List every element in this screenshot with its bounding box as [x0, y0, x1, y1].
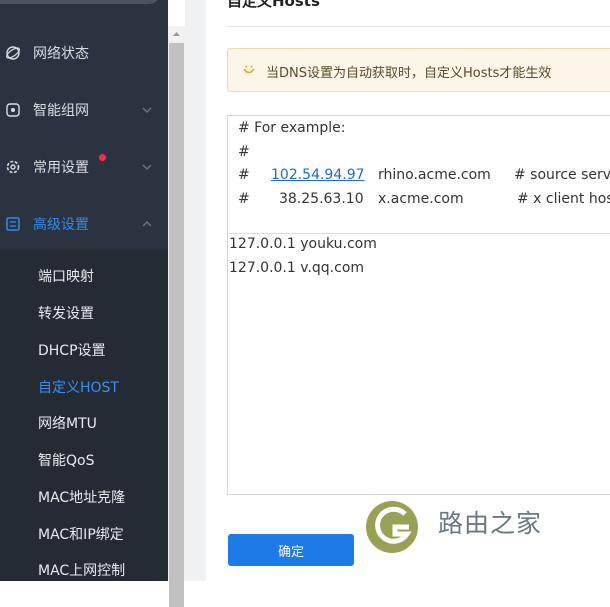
confirm-button[interactable]: 确定 [228, 534, 354, 566]
scrollbar-thumb[interactable] [169, 43, 184, 607]
network-icon [5, 102, 21, 118]
submenu-item-mac-clone[interactable]: MAC地址克隆 [38, 488, 125, 508]
watermark-text: 路由之家 [438, 509, 543, 538]
example-comment: # source server [514, 167, 610, 183]
submenu-item-forwarding[interactable]: 转发设置 [38, 304, 94, 324]
watermark-logo-icon [366, 501, 418, 553]
watermark: 路由之家 [365, 500, 610, 555]
example-host: x.acme.com [378, 191, 464, 207]
example-blank-line: # [238, 144, 250, 160]
page-title: 自定义Hosts [227, 0, 320, 10]
example-ip: 38.25.63.10 [279, 191, 364, 207]
main-content: 自定义Hosts 当DNS设置为自动获取时，自定义Hosts才能生效 # For… [206, 0, 610, 581]
chevron-down-icon [142, 107, 152, 114]
sidebar-item-advanced-settings[interactable]: 高级设置 [0, 196, 168, 252]
sidebar-item-label: 常用设置 [33, 160, 89, 176]
submenu-item-mtu[interactable]: 网络MTU [38, 414, 97, 434]
sidebar-item-network-status[interactable]: 网络状态 [0, 25, 168, 81]
chevron-down-icon [142, 164, 152, 171]
sidebar-item-mesh[interactable]: 智能组网 [0, 82, 168, 138]
sidebar-item-label: 网络状态 [33, 46, 89, 62]
example-hash: # [238, 191, 250, 207]
hosts-example: # For example: # # 102.54.94.97 rhino.ac… [228, 116, 610, 234]
example-ip-link[interactable]: 102.54.94.97 [271, 167, 365, 183]
notice-text: 当DNS设置为自动获取时，自定义Hosts才能生效 [266, 66, 552, 81]
submenu-item-dhcp[interactable]: DHCP设置 [38, 341, 106, 361]
hosts-entry-line[interactable]: 127.0.0.1 v.qq.com [229, 260, 364, 276]
advanced-settings-icon [5, 216, 21, 232]
sidebar-item-label: 高级设置 [33, 217, 89, 233]
gear-icon [5, 159, 21, 175]
smile-icon [243, 65, 255, 74]
sidebar: 网络状态 智能组网 常用设置 高级设置 端口映射 转发设置 DHCP设置 自定义… [0, 0, 168, 581]
divider [227, 26, 610, 27]
sidebar-item-common-settings[interactable]: 常用设置 [0, 139, 168, 195]
hosts-editor[interactable]: # For example: # # 102.54.94.97 rhino.ac… [227, 115, 610, 495]
scroll-up-arrow[interactable] [168, 26, 185, 42]
sidebar-top-item[interactable] [0, 0, 160, 4]
example-hash: # [238, 167, 250, 183]
sidebar-item-label: 智能组网 [33, 103, 89, 119]
sidebar-scrollbar[interactable] [168, 26, 185, 607]
example-heading: # For example: [238, 120, 346, 136]
submenu-item-mac-access[interactable]: MAC上网控制 [38, 561, 125, 581]
advanced-submenu: 端口映射 转发设置 DHCP设置 自定义HOST 网络MTU 智能QoS MAC… [0, 250, 168, 581]
submenu-item-custom-host[interactable]: 自定义HOST [38, 378, 119, 398]
notice-banner: 当DNS设置为自动获取时，自定义Hosts才能生效 [227, 48, 610, 92]
submenu-item-port-mapping[interactable]: 端口映射 [38, 267, 94, 287]
hosts-entry-line[interactable]: 127.0.0.1 youku.com [229, 236, 377, 252]
chevron-up-icon [142, 220, 152, 227]
example-comment: # x client host [517, 191, 610, 207]
notification-dot [99, 154, 106, 161]
example-host: rhino.acme.com [378, 167, 491, 183]
globe-icon [5, 45, 21, 61]
submenu-item-mac-ip-bind[interactable]: MAC和IP绑定 [38, 525, 124, 545]
submenu-item-qos[interactable]: 智能QoS [38, 451, 94, 471]
content-gutter [185, 0, 206, 581]
